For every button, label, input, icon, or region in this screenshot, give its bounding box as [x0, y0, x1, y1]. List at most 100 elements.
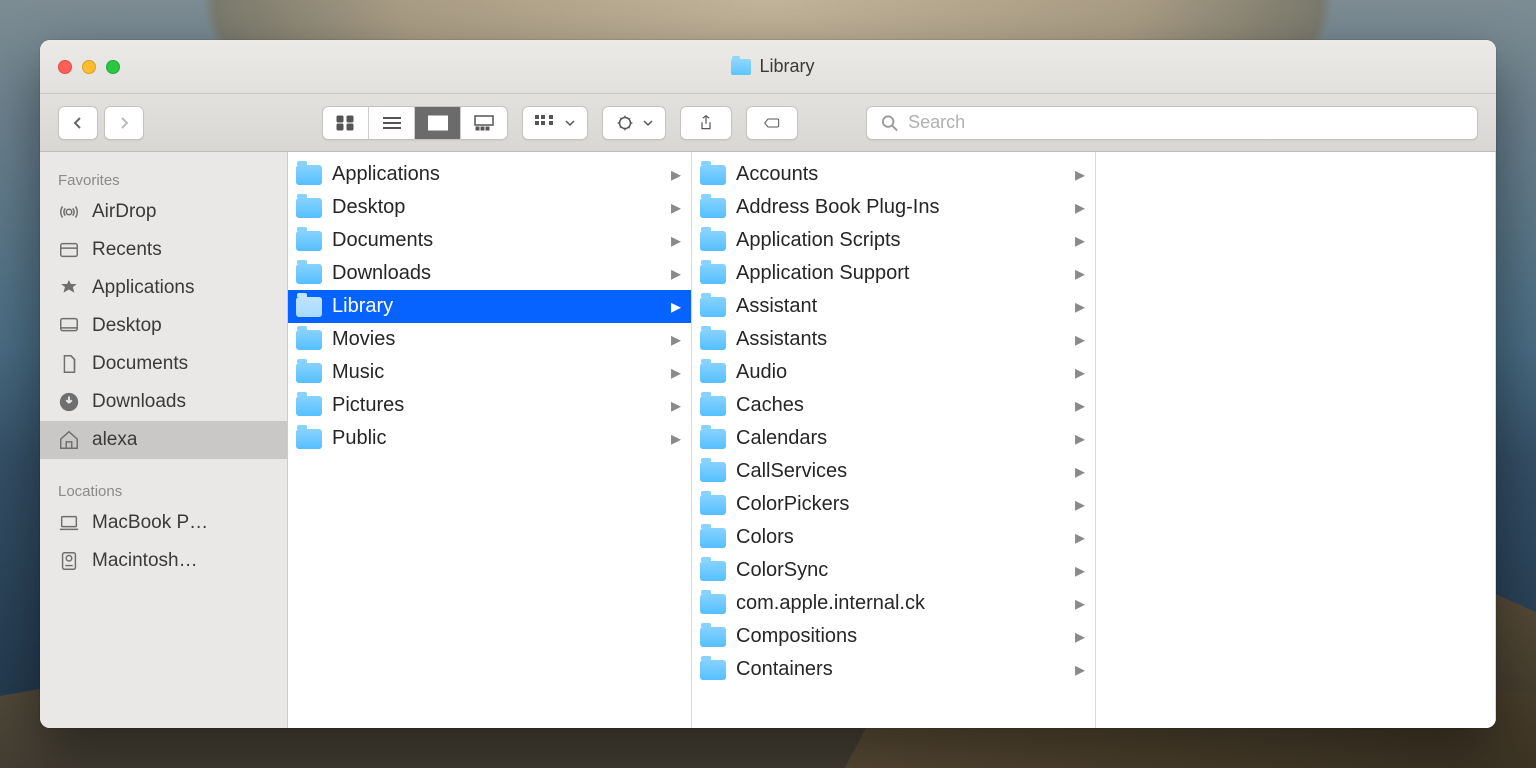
chevron-right-icon: ▸ [671, 228, 681, 253]
folder-icon [700, 594, 726, 614]
sidebar-item-macbook-p-[interactable]: MacBook P… [40, 504, 287, 542]
desktop-icon [58, 315, 80, 337]
file-name: Library [332, 295, 661, 318]
folder-icon [296, 264, 322, 284]
sidebar-item-desktop[interactable]: Desktop [40, 307, 287, 345]
list-view-button[interactable] [369, 106, 415, 140]
file-name: Movies [332, 328, 661, 351]
column-view-button[interactable] [415, 106, 461, 140]
chevron-right-icon: ▸ [1075, 360, 1085, 385]
file-row[interactable]: Compositions▸ [692, 620, 1095, 653]
folder-icon [700, 264, 726, 284]
folder-icon [700, 462, 726, 482]
chevron-right-icon: ▸ [671, 360, 681, 385]
file-row[interactable]: Downloads▸ [288, 257, 691, 290]
file-row[interactable]: Colors▸ [692, 521, 1095, 554]
file-row[interactable]: Address Book Plug-Ins▸ [692, 191, 1095, 224]
sidebar-item-applications[interactable]: Applications [40, 269, 287, 307]
folder-icon [700, 495, 726, 515]
recents-icon [58, 239, 80, 261]
file-row[interactable]: Music▸ [288, 356, 691, 389]
file-row[interactable]: CallServices▸ [692, 455, 1095, 488]
file-name: Address Book Plug-Ins [736, 196, 1065, 219]
file-row[interactable]: com.apple.internal.ck▸ [692, 587, 1095, 620]
folder-icon [700, 363, 726, 383]
sidebar-item-alexa[interactable]: alexa [40, 421, 287, 459]
sidebar-item-label: Macintosh… [92, 550, 198, 572]
folder-icon [700, 561, 726, 581]
sidebar-item-macintosh-[interactable]: Macintosh… [40, 542, 287, 580]
chevron-right-icon: ▸ [671, 327, 681, 352]
sidebar-item-documents[interactable]: Documents [40, 345, 287, 383]
folder-icon [700, 627, 726, 647]
column-1: Applications▸Desktop▸Documents▸Downloads… [288, 152, 692, 728]
file-name: Public [332, 427, 661, 450]
file-name: Audio [736, 361, 1065, 384]
home-icon [58, 429, 80, 451]
sidebar-item-recents[interactable]: Recents [40, 231, 287, 269]
file-row[interactable]: Movies ▸ [288, 323, 691, 356]
file-row[interactable]: Accounts▸ [692, 158, 1095, 191]
folder-icon [700, 165, 726, 185]
file-row[interactable]: Containers▸ [692, 653, 1095, 686]
file-row[interactable]: Assistants▸ [692, 323, 1095, 356]
folder-icon [296, 363, 322, 383]
sidebar-section-label: Favorites [40, 166, 287, 193]
chevron-right-icon: ▸ [671, 261, 681, 286]
file-row[interactable]: Applications▸ [288, 158, 691, 191]
file-row[interactable]: Public ▸ [288, 422, 691, 455]
chevron-right-icon: ▸ [1075, 294, 1085, 319]
search-input[interactable] [908, 112, 1463, 133]
folder-icon [700, 429, 726, 449]
window-title-text: Library [759, 56, 814, 77]
sidebar-item-downloads[interactable]: Downloads [40, 383, 287, 421]
share-button[interactable] [680, 106, 732, 140]
chevron-right-icon: ▸ [1075, 591, 1085, 616]
file-row[interactable]: Audio ▸ [692, 356, 1095, 389]
gallery-view-button[interactable] [461, 106, 507, 140]
file-name: ColorSync [736, 559, 1065, 582]
sidebar-item-label: MacBook P… [92, 512, 208, 534]
file-name: CallServices [736, 460, 1065, 483]
file-row[interactable]: Documents▸ [288, 224, 691, 257]
file-row[interactable]: ColorSync▸ [692, 554, 1095, 587]
back-button[interactable] [58, 106, 98, 140]
chevron-right-icon: ▸ [671, 393, 681, 418]
chevron-right-icon: ▸ [671, 426, 681, 451]
laptop-icon [58, 512, 80, 534]
file-name: Calendars [736, 427, 1065, 450]
file-row[interactable]: ColorPickers▸ [692, 488, 1095, 521]
chevron-right-icon: ▸ [1075, 228, 1085, 253]
file-row[interactable]: Calendars▸ [692, 422, 1095, 455]
window-title: Library [120, 56, 1426, 77]
group-by-button[interactable] [522, 106, 588, 140]
file-row[interactable]: Application Support▸ [692, 257, 1095, 290]
search-icon [881, 114, 898, 132]
file-name: Assistant [736, 295, 1065, 318]
file-row[interactable]: Library▸ [288, 290, 691, 323]
folder-icon [296, 198, 322, 218]
file-row[interactable]: Caches▸ [692, 389, 1095, 422]
file-row[interactable]: Application Scripts▸ [692, 224, 1095, 257]
file-name: Desktop [332, 196, 661, 219]
icon-view-button[interactable] [323, 106, 369, 140]
tags-button[interactable] [746, 106, 798, 140]
sidebar-item-label: Desktop [92, 315, 162, 337]
file-name: Caches [736, 394, 1065, 417]
folder-icon [296, 297, 322, 317]
action-menu-button[interactable] [602, 106, 666, 140]
sidebar-section-label: Locations [40, 477, 287, 504]
file-row[interactable]: Assistant ▸ [692, 290, 1095, 323]
folder-icon [296, 165, 322, 185]
forward-button[interactable] [104, 106, 144, 140]
folder-icon [700, 528, 726, 548]
sidebar-item-airdrop[interactable]: AirDrop [40, 193, 287, 231]
chevron-right-icon: ▸ [671, 195, 681, 220]
close-button[interactable] [58, 60, 72, 74]
search-field[interactable] [866, 106, 1478, 140]
documents-icon [58, 353, 80, 375]
file-row[interactable]: Desktop ▸ [288, 191, 691, 224]
zoom-button[interactable] [106, 60, 120, 74]
file-row[interactable]: Pictures▸ [288, 389, 691, 422]
minimize-button[interactable] [82, 60, 96, 74]
